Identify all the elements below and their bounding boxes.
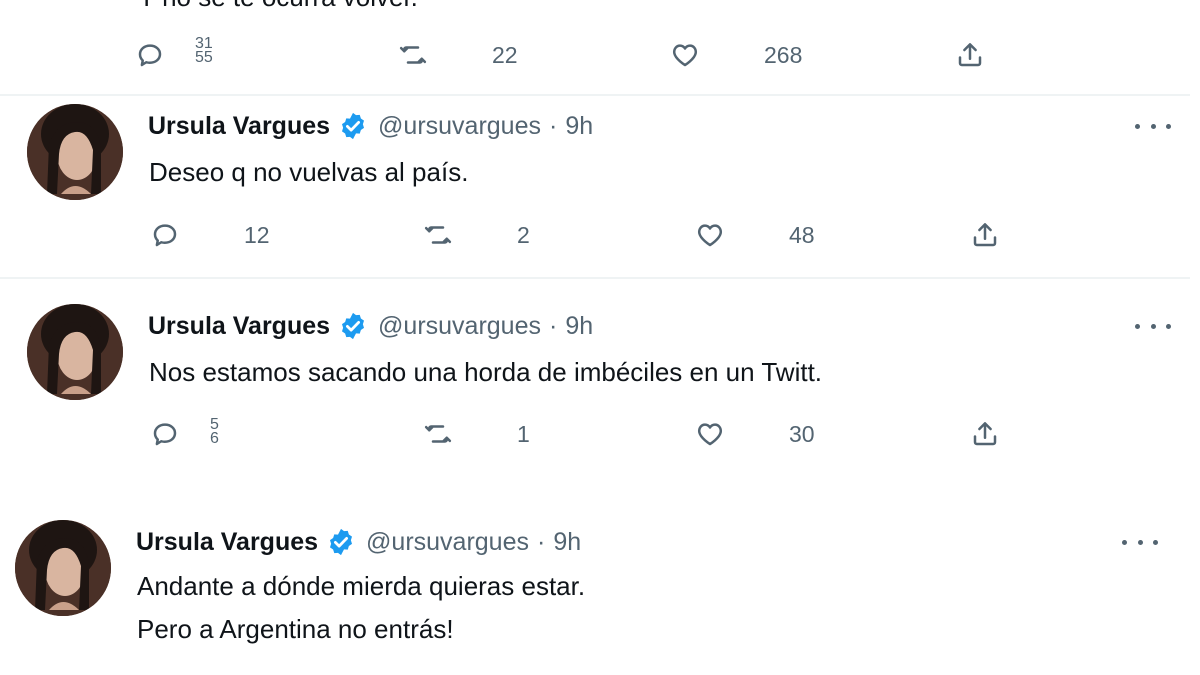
top-tweet-text: Y no se te ocurra volver. xyxy=(138,0,418,13)
timestamp[interactable]: 9h xyxy=(553,528,581,557)
like-count: 268 xyxy=(764,41,803,68)
retweet-button[interactable]: 2 xyxy=(423,215,530,255)
reply-button[interactable]: 12 xyxy=(150,215,270,255)
tweet-actions: 5 6 1 30 xyxy=(150,414,1010,454)
reply-icon xyxy=(153,423,177,446)
heart-icon xyxy=(697,224,723,247)
share-button[interactable] xyxy=(970,215,1000,255)
tweet-text: Nos estamos sacando una horda de imbécil… xyxy=(149,357,823,387)
author-name[interactable]: Ursula Vargues xyxy=(136,528,318,557)
share-button[interactable] xyxy=(955,35,985,75)
author-handle[interactable]: @ursuvargues xyxy=(366,528,529,557)
more-icon[interactable] xyxy=(1135,116,1171,136)
reply-button[interactable] xyxy=(150,414,180,454)
reply-icon xyxy=(153,224,177,247)
author-handle[interactable]: @ursuvargues xyxy=(378,112,541,141)
tweet-text: Deseo q no vuelvas al país. xyxy=(149,157,469,187)
tweet-actions: 12 2 48 xyxy=(150,215,1010,255)
avatar[interactable] xyxy=(15,520,111,616)
reply-button[interactable] xyxy=(135,35,165,75)
retweet-count: 22 xyxy=(492,41,518,68)
tweet-text-line-1: Andante a dónde mierda quieras estar. xyxy=(137,571,586,601)
like-button[interactable]: 268 xyxy=(670,35,802,75)
reply-count: 31 55 xyxy=(195,35,213,66)
like-count: 48 xyxy=(789,221,815,248)
like-button[interactable]: 30 xyxy=(695,414,815,454)
author-line: Ursula Vargues @ursuvargues · 9h xyxy=(148,310,593,342)
retweet-icon xyxy=(399,46,427,64)
avatar[interactable] xyxy=(27,304,123,400)
author-line: Ursula Vargues @ursuvargues · 9h xyxy=(148,110,593,142)
heart-icon xyxy=(697,423,723,446)
share-icon xyxy=(973,422,997,446)
verified-badge-icon xyxy=(342,112,365,140)
top-tweet-actions: 31 55 22 268 xyxy=(135,35,995,75)
more-icon[interactable] xyxy=(1135,316,1171,336)
reply-count: 12 xyxy=(244,221,270,248)
retweet-count: 1 xyxy=(517,420,530,447)
verified-badge-icon xyxy=(330,528,353,556)
separator xyxy=(0,277,1190,279)
separator xyxy=(0,94,1190,96)
retweet-button[interactable]: 22 xyxy=(398,35,518,75)
author-handle[interactable]: @ursuvargues xyxy=(378,312,541,341)
share-button[interactable] xyxy=(970,414,1000,454)
avatar[interactable] xyxy=(27,104,123,200)
like-count: 30 xyxy=(789,420,815,447)
retweet-icon xyxy=(424,425,452,443)
share-icon xyxy=(958,43,982,67)
like-button[interactable]: 48 xyxy=(695,215,815,255)
dot-separator: · xyxy=(548,111,558,140)
author-name[interactable]: Ursula Vargues xyxy=(148,112,330,141)
heart-icon xyxy=(672,44,698,67)
author-name[interactable]: Ursula Vargues xyxy=(148,312,330,341)
reply-count: 5 6 xyxy=(210,416,219,447)
dot-separator: · xyxy=(548,311,558,340)
retweet-button[interactable]: 1 xyxy=(423,414,530,454)
tweet-text-line-2: Pero a Argentina no entrás! xyxy=(137,614,454,644)
more-icon[interactable] xyxy=(1122,532,1158,552)
timestamp[interactable]: 9h xyxy=(565,312,593,341)
timestamp[interactable]: 9h xyxy=(565,112,593,141)
retweet-count: 2 xyxy=(517,221,530,248)
retweet-icon xyxy=(424,226,452,244)
dot-separator: · xyxy=(536,527,546,556)
reply-icon xyxy=(138,44,162,67)
author-line: Ursula Vargues @ursuvargues · 9h xyxy=(136,526,581,558)
verified-badge-icon xyxy=(342,312,365,340)
share-icon xyxy=(973,223,997,247)
